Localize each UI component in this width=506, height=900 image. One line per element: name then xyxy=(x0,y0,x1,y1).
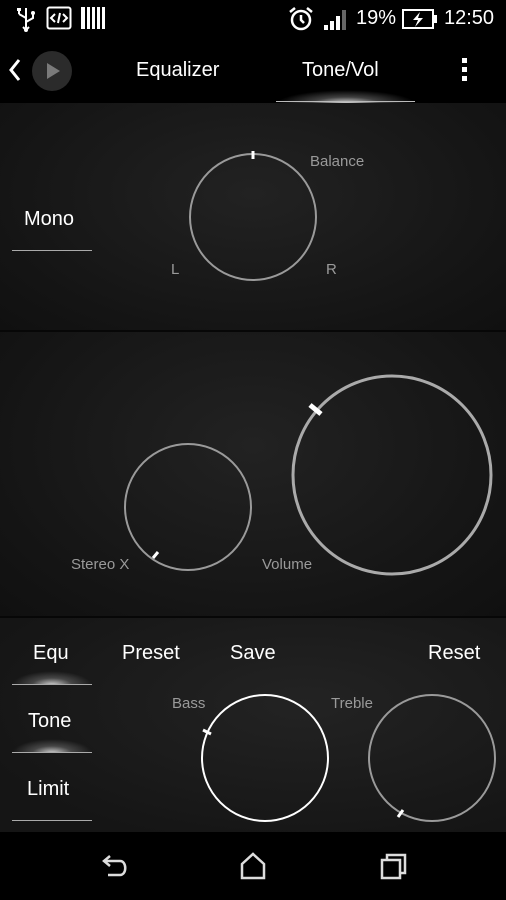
back-icon[interactable] xyxy=(96,848,136,884)
play-icon xyxy=(47,63,60,79)
mono-toggle[interactable]: Mono xyxy=(24,208,74,231)
limit-underline xyxy=(12,820,92,821)
save-button[interactable]: Save xyxy=(230,642,276,665)
tab-selected-indicator xyxy=(276,101,415,102)
side-tab-tone[interactable]: Tone xyxy=(28,710,71,733)
play-button[interactable] xyxy=(32,51,72,91)
battery-percent: 19% xyxy=(356,7,397,29)
barcode-icon xyxy=(81,7,105,29)
bass-knob[interactable] xyxy=(199,692,331,824)
balance-knob[interactable] xyxy=(186,150,320,284)
side-tab-equ[interactable]: Equ xyxy=(33,642,69,665)
bass-knob-marker xyxy=(202,728,212,736)
status-bar: 19% 12:50 xyxy=(0,0,506,38)
tab-equalizer[interactable]: Equalizer xyxy=(136,59,219,82)
tone-underline xyxy=(12,752,92,753)
clock: 12:50 xyxy=(444,7,495,29)
preset-button[interactable]: Preset xyxy=(122,642,180,665)
volume-label: Volume xyxy=(262,556,313,573)
equ-selected-glow xyxy=(12,671,92,685)
balance-right-label: R xyxy=(326,261,337,278)
equ-underline xyxy=(12,684,92,685)
stereo-x-knob[interactable] xyxy=(122,441,254,573)
battery-charging-icon xyxy=(402,9,437,29)
chevron-left-icon[interactable] xyxy=(6,56,24,84)
tone-selected-glow xyxy=(12,739,92,753)
balance-label: Balance xyxy=(310,153,365,170)
stereo-x-label: Stereo X xyxy=(71,556,130,573)
side-tab-limit[interactable]: Limit xyxy=(27,778,69,801)
alarm-clock-icon xyxy=(289,7,313,31)
mono-underline xyxy=(12,250,92,251)
top-bar xyxy=(0,38,506,102)
home-icon[interactable] xyxy=(233,848,273,884)
signal-icon xyxy=(324,10,346,30)
balance-left-label: L xyxy=(171,261,180,278)
usb-icon xyxy=(17,8,35,32)
recent-apps-icon[interactable] xyxy=(374,848,414,884)
tab-tone-vol[interactable]: Tone/Vol xyxy=(302,59,379,82)
overflow-menu-icon[interactable] xyxy=(458,55,472,85)
volume-knob[interactable] xyxy=(289,372,495,578)
stereo-x-knob-marker xyxy=(151,551,160,559)
developer-mode-icon xyxy=(46,6,72,30)
reset-button[interactable]: Reset xyxy=(428,642,480,665)
treble-knob[interactable] xyxy=(366,692,498,824)
